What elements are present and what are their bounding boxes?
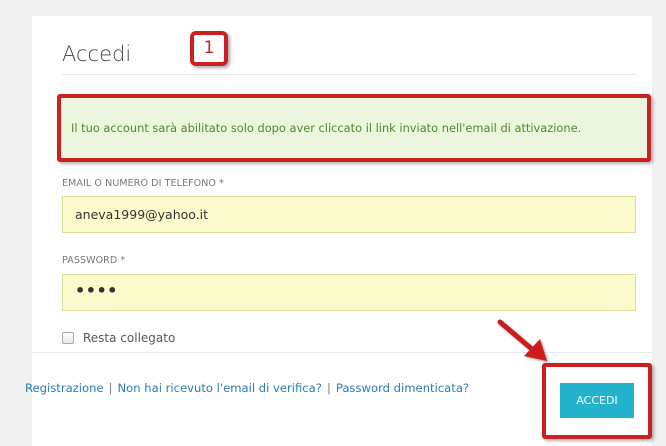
arrow-icon (497, 319, 547, 361)
